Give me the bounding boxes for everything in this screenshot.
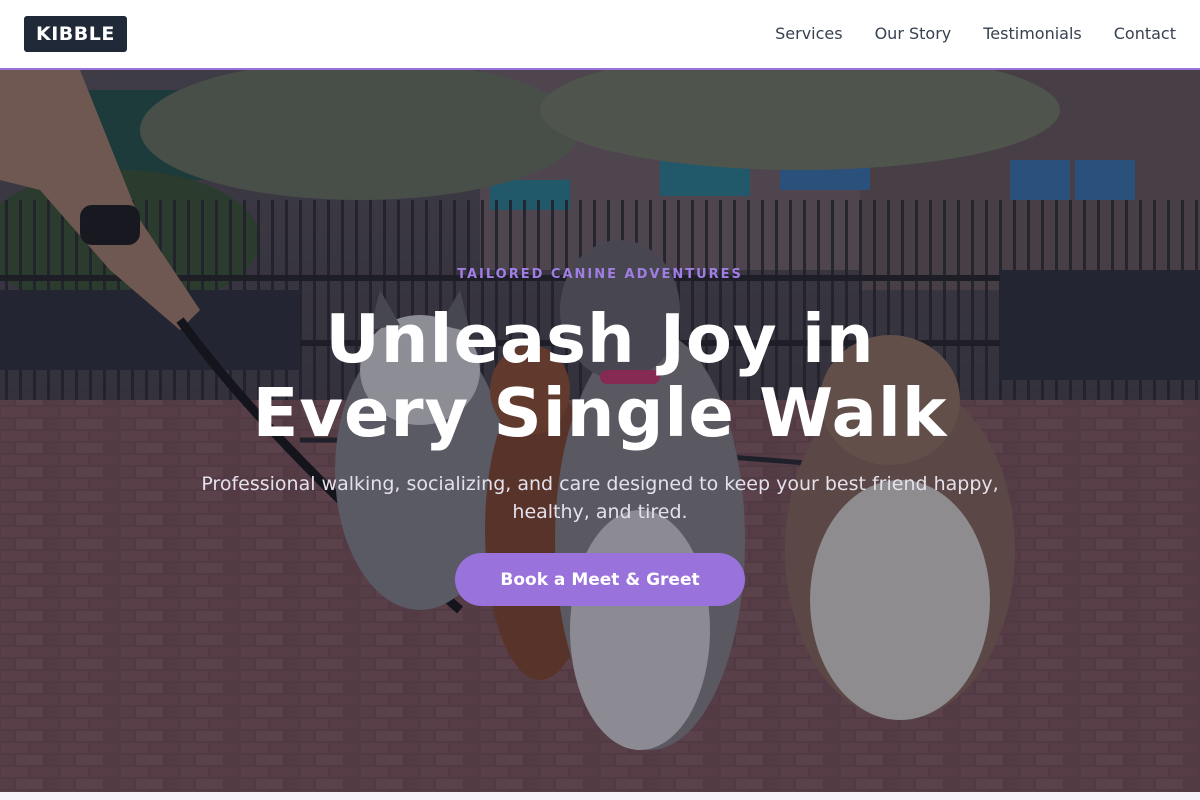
hero-subtext: Professional walking, socializing, and c… <box>201 473 999 523</box>
hero-eyebrow: TAILORED CANINE ADVENTURES <box>457 267 743 282</box>
hero-headline-line-1: Unleash Joy in <box>325 300 875 378</box>
brand-logo[interactable]: KIBBLE <box>24 16 127 52</box>
nav-link-services[interactable]: Services <box>775 24 842 44</box>
hero-section: TAILORED CANINE ADVENTURES Unleash Joy i… <box>0 70 1200 792</box>
site-header: KIBBLE Services Our Story Testimonials C… <box>0 0 1200 68</box>
nav-link-contact[interactable]: Contact <box>1114 24 1176 44</box>
next-section-edge <box>0 792 1200 800</box>
nav-link-testimonials[interactable]: Testimonials <box>983 24 1082 44</box>
book-meet-greet-button[interactable]: Book a Meet & Greet <box>455 553 745 606</box>
hero-headline: Unleash Joy in Every Single Walk <box>0 302 1200 450</box>
hero-content: TAILORED CANINE ADVENTURES Unleash Joy i… <box>0 70 1200 792</box>
nav-link-our-story[interactable]: Our Story <box>875 24 952 44</box>
hero-headline-line-2: Every Single Walk <box>252 374 948 452</box>
header-accent-border <box>0 68 1200 70</box>
main-nav: Services Our Story Testimonials Contact <box>775 24 1176 44</box>
